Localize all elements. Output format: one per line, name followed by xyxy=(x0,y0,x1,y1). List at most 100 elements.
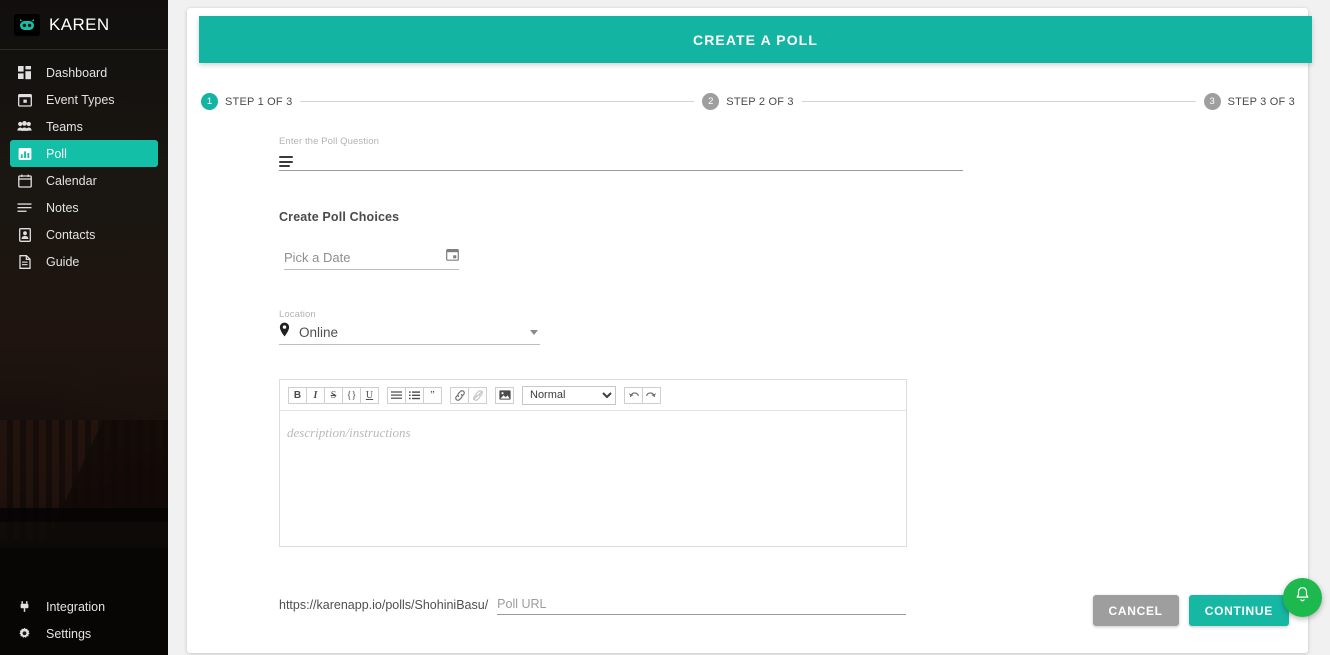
continue-button[interactable]: CONTINUE xyxy=(1188,595,1289,626)
bullet-list-icon[interactable] xyxy=(405,386,424,404)
cancel-button[interactable]: CANCEL xyxy=(1092,595,1179,626)
sidebar-item-label: Guide xyxy=(46,254,80,269)
editor-placeholder: description/instructions xyxy=(287,425,411,440)
stepper-connector xyxy=(300,101,695,102)
location-label: Location xyxy=(279,309,316,320)
editor-toolbar-group-link xyxy=(450,386,487,404)
sidebar-divider xyxy=(0,49,168,50)
description-textarea[interactable]: description/instructions xyxy=(280,411,906,546)
sidebar-item-contacts[interactable]: Contacts xyxy=(10,221,158,248)
poll-question-field: Enter the Poll Question xyxy=(279,136,963,171)
format-select[interactable]: Normal xyxy=(522,385,616,405)
brand[interactable]: KAREN xyxy=(0,0,168,49)
create-poll-form: Enter the Poll Question Create Poll Choi… xyxy=(279,136,1279,615)
poll-bars-icon xyxy=(17,146,32,161)
location-value: Online xyxy=(299,324,339,340)
stepper-step-3[interactable]: 3 STEP 3 OF 3 xyxy=(1203,93,1296,110)
sidebar-item-event-types[interactable]: Event Types xyxy=(10,86,158,113)
editor-toolbar: B I S {} U ” Normal xyxy=(280,380,906,411)
sidebar-item-label: Dashboard xyxy=(46,65,108,80)
plug-icon xyxy=(17,599,32,614)
image-icon[interactable] xyxy=(495,386,514,404)
pick-a-date-field[interactable]: Pick a Date xyxy=(284,245,459,270)
contact-card-icon xyxy=(17,227,32,242)
underline-button[interactable]: U xyxy=(360,386,379,404)
poll-url-placeholder: Poll URL xyxy=(497,597,547,611)
calendar-event-icon xyxy=(17,92,32,107)
sidebar-item-calendar[interactable]: Calendar xyxy=(10,167,158,194)
step-label: STEP 1 OF 3 xyxy=(225,95,293,108)
ordered-list-icon[interactable] xyxy=(387,386,406,404)
sidebar-nav: Dashboard Event Types Teams Poll Calenda… xyxy=(0,59,168,275)
calendar-picker-icon[interactable] xyxy=(446,248,459,266)
calendar-icon xyxy=(17,173,32,188)
stepper-step-2[interactable]: 2 STEP 2 OF 3 xyxy=(702,93,794,110)
page-title: CREATE A POLL xyxy=(199,16,1312,63)
editor-toolbar-group-media xyxy=(495,386,514,404)
dashboard-icon xyxy=(17,65,32,80)
poll-question-input[interactable] xyxy=(279,147,963,171)
sidebar-bottom-nav: Integration Settings xyxy=(0,593,168,655)
sidebar-item-settings[interactable]: Settings xyxy=(10,620,158,647)
form-actions: CANCEL CONTINUE xyxy=(1092,595,1289,626)
poll-question-label: Enter the Poll Question xyxy=(279,136,379,147)
blockquote-button[interactable]: ” xyxy=(423,386,442,404)
people-icon xyxy=(17,119,32,134)
step-number: 2 xyxy=(702,93,720,110)
sidebar-item-label: Contacts xyxy=(46,227,96,242)
editor-toolbar-group-text: B I S {} U xyxy=(288,386,379,404)
stepper-step-1[interactable]: 1 STEP 1 OF 3 xyxy=(201,93,292,110)
location-select[interactable]: Online xyxy=(279,320,540,345)
list-lines-icon xyxy=(279,156,293,167)
sidebar-item-label: Integration xyxy=(46,599,106,614)
redo-icon[interactable] xyxy=(642,386,661,404)
robot-logo-icon xyxy=(14,14,40,36)
bell-icon xyxy=(1294,586,1311,609)
link-icon[interactable] xyxy=(450,386,469,404)
location-field: Location Online xyxy=(279,309,540,345)
poll-url-input[interactable]: Poll URL xyxy=(497,595,907,615)
description-editor: B I S {} U ” Normal description/instruct… xyxy=(279,379,907,547)
sidebar-item-integration[interactable]: Integration xyxy=(10,593,158,620)
document-icon xyxy=(17,254,32,269)
sidebar-item-dashboard[interactable]: Dashboard xyxy=(10,59,158,86)
unlink-icon[interactable] xyxy=(468,386,487,404)
brand-name: KAREN xyxy=(49,15,110,34)
undo-icon[interactable] xyxy=(624,386,643,404)
stepper-connector xyxy=(801,101,1196,102)
notification-fab[interactable] xyxy=(1283,578,1322,617)
sidebar-item-guide[interactable]: Guide xyxy=(10,248,158,275)
stepper: 1 STEP 1 OF 3 2 STEP 2 OF 3 3 STEP 3 OF … xyxy=(201,93,1295,110)
sidebar: KAREN Dashboard Event Types Teams Poll C… xyxy=(0,0,168,655)
italic-button[interactable]: I xyxy=(306,386,325,404)
editor-toolbar-group-history xyxy=(624,386,661,404)
create-poll-card: CREATE A POLL 1 STEP 1 OF 3 2 STEP 2 OF … xyxy=(187,8,1312,653)
sidebar-item-poll[interactable]: Poll xyxy=(10,140,158,167)
gear-icon xyxy=(17,626,32,641)
app-root: KAREN Dashboard Event Types Teams Poll C… xyxy=(0,0,1330,655)
sidebar-item-label: Calendar xyxy=(46,173,97,188)
code-button[interactable]: {} xyxy=(342,386,361,404)
sidebar-item-label: Event Types xyxy=(46,92,115,107)
chevron-down-icon[interactable] xyxy=(530,329,538,335)
bold-button[interactable]: B xyxy=(288,386,307,404)
editor-toolbar-group-list: ” xyxy=(387,386,442,404)
sidebar-item-notes[interactable]: Notes xyxy=(10,194,158,221)
map-pin-icon xyxy=(279,322,290,342)
strikethrough-button[interactable]: S xyxy=(324,386,343,404)
poll-url-prefix: https://karenapp.io/polls/ShohiniBasu/ xyxy=(279,598,489,612)
poll-choices-title: Create Poll Choices xyxy=(279,210,400,224)
step-number: 1 xyxy=(201,93,218,110)
sidebar-item-label: Notes xyxy=(46,200,79,215)
notes-lines-icon xyxy=(17,200,32,215)
step-label: STEP 2 OF 3 xyxy=(726,95,794,108)
sidebar-item-teams[interactable]: Teams xyxy=(10,113,158,140)
sidebar-item-label: Teams xyxy=(46,119,83,134)
sidebar-item-label: Poll xyxy=(46,146,67,161)
sidebar-item-label: Settings xyxy=(46,626,92,641)
step-label: STEP 3 OF 3 xyxy=(1227,95,1296,108)
pick-a-date-placeholder: Pick a Date xyxy=(284,249,351,265)
main-content: CREATE A POLL 1 STEP 1 OF 3 2 STEP 2 OF … xyxy=(168,0,1330,655)
step-number: 3 xyxy=(1203,93,1221,110)
